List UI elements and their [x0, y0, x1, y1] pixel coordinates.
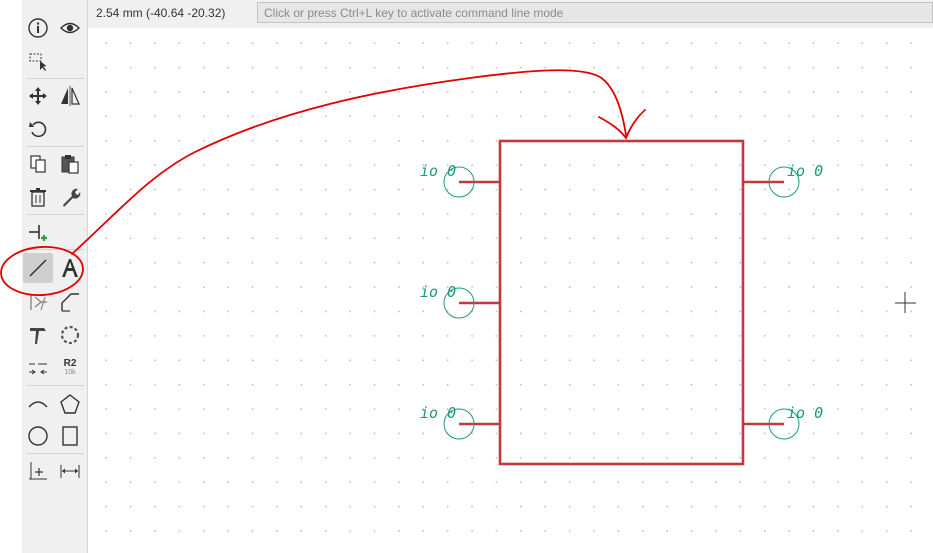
reference-icon[interactable]: R2 10k: [56, 354, 84, 382]
dashed-circle-icon[interactable]: [56, 321, 84, 349]
paste-icon[interactable]: [56, 150, 84, 178]
left-margin: [0, 0, 22, 553]
origin-icon[interactable]: [24, 457, 52, 485]
circle-icon[interactable]: [24, 422, 52, 450]
move-icon[interactable]: [24, 82, 52, 110]
wrench-icon[interactable]: [56, 183, 84, 211]
pin-line-icon[interactable]: [24, 288, 52, 316]
select-area-icon[interactable]: [24, 47, 52, 75]
text-icon[interactable]: [56, 254, 84, 282]
add-pin-icon[interactable]: [24, 219, 52, 247]
toolbar-separator: [26, 214, 84, 215]
arc-icon[interactable]: [24, 390, 52, 418]
reference-value: 10k: [64, 369, 76, 376]
eye-icon[interactable]: [56, 14, 84, 42]
toolbar-separator: [26, 453, 84, 454]
mirror-icon[interactable]: [56, 82, 84, 110]
toolbar-separator: [26, 249, 84, 250]
align-icon[interactable]: [24, 354, 52, 382]
rectangle-icon[interactable]: [56, 422, 84, 450]
left-toolbar: R2 10k: [22, 0, 88, 553]
reference-label: R2: [63, 358, 77, 369]
toolbar-separator: [26, 146, 84, 147]
line-icon[interactable]: [23, 253, 53, 283]
schematic-canvas[interactable]: [89, 28, 933, 553]
measure-icon[interactable]: [56, 457, 84, 485]
copy-icon[interactable]: [24, 150, 52, 178]
cursor-coordinates: 2.54 mm (-40.64 -20.32): [96, 6, 226, 20]
rotate-icon[interactable]: [24, 115, 52, 143]
toolbar-separator: [26, 78, 84, 79]
toolbar-separator: [26, 385, 84, 386]
command-line-input[interactable]: [257, 2, 933, 23]
anchor-icon[interactable]: [56, 288, 84, 316]
delete-icon[interactable]: [24, 183, 52, 211]
hammer-icon[interactable]: [24, 321, 52, 349]
polygon-icon[interactable]: [56, 390, 84, 418]
info-icon[interactable]: [24, 14, 52, 42]
top-bar: 2.54 mm (-40.64 -20.32): [88, 0, 933, 28]
